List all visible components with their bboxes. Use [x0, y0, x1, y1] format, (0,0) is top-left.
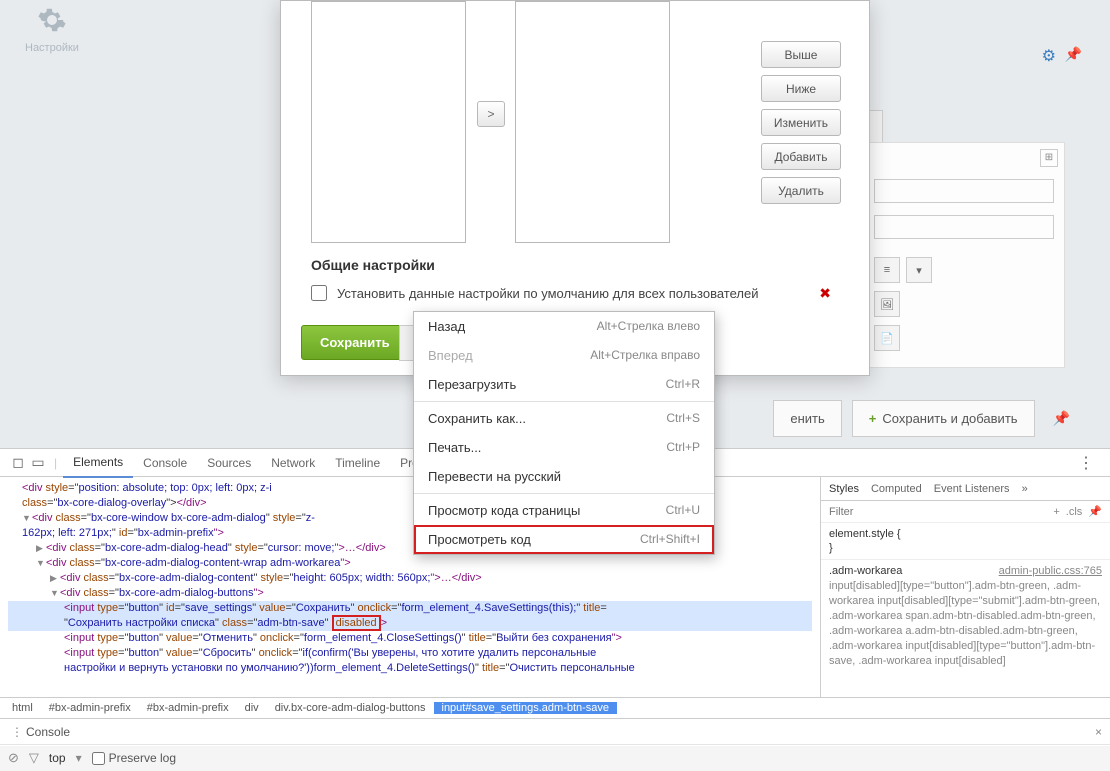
save-and-add-button[interactable]: + Сохранить и добавить — [852, 400, 1035, 437]
computed-tab[interactable]: Computed — [871, 483, 922, 495]
plus-icon: + — [869, 411, 877, 426]
image-btn[interactable]: 🖼 — [874, 291, 900, 317]
ctx-print[interactable]: Печать...Ctrl+P — [414, 433, 714, 462]
save-add-label: Сохранить и добавить — [882, 411, 1017, 426]
top-pin-icon[interactable]: 📌 — [1065, 46, 1082, 63]
down-button[interactable]: Ниже — [761, 75, 841, 102]
delete-button[interactable]: Удалить — [761, 177, 841, 204]
clear-console-icon[interactable]: ⊘ — [8, 750, 19, 766]
ctx-save-as[interactable]: Сохранить как...Ctrl+S — [414, 404, 714, 433]
panel-input-2[interactable] — [874, 215, 1054, 239]
default-for-all-label: Установить данные настройки по умолчанию… — [337, 286, 758, 301]
bc-input-save[interactable]: input#save_settings.adm-btn-save — [434, 702, 618, 714]
selected-list[interactable] — [515, 1, 670, 243]
panel-input-1[interactable] — [874, 179, 1054, 203]
file-btn[interactable]: 📄 — [874, 325, 900, 351]
top-gear-icon[interactable]: ⚙ — [1042, 46, 1056, 66]
console-close-icon[interactable]: × — [1095, 725, 1102, 739]
inspect-icon[interactable]: ◻ — [8, 454, 28, 471]
move-right-button[interactable]: > — [477, 101, 505, 127]
tab-elements[interactable]: Elements — [63, 448, 133, 478]
align-btn-1[interactable]: ≡ — [874, 257, 900, 283]
panel-settings-icon[interactable]: ⊞ — [1040, 149, 1058, 167]
event-listeners-tab[interactable]: Event Listeners — [934, 483, 1010, 495]
ctx-separator — [414, 401, 714, 402]
bc-buttons-div[interactable]: div.bx-core-adm-dialog-buttons — [267, 702, 434, 714]
tab-console[interactable]: Console — [133, 449, 197, 477]
element-style-rule[interactable]: element.style { — [829, 527, 1102, 541]
styles-pin-icon[interactable]: 📌 — [1088, 505, 1102, 518]
bc-prefix2[interactable]: #bx-admin-prefix — [139, 702, 237, 714]
ctx-separator — [414, 493, 714, 494]
styles-tab[interactable]: Styles — [829, 483, 859, 495]
edit-button[interactable]: Изменить — [761, 109, 841, 136]
console-toggle-icon[interactable]: ⋮ — [8, 725, 26, 739]
tab-timeline[interactable]: Timeline — [325, 449, 390, 477]
ctx-view-source[interactable]: Просмотр кода страницыCtrl+U — [414, 496, 714, 525]
available-list[interactable] — [311, 1, 466, 243]
device-icon[interactable]: ▭ — [28, 454, 48, 471]
delete-icon[interactable]: ✖ — [819, 285, 831, 302]
settings-menu[interactable]: Настройки — [25, 5, 79, 54]
ctx-forward: ВпередAlt+Стрелка вправо — [414, 341, 714, 370]
bc-html[interactable]: html — [4, 702, 41, 714]
filter-console-icon[interactable]: ▽ — [29, 750, 39, 766]
ctx-inspect[interactable]: Просмотреть кодCtrl+Shift+I — [414, 525, 714, 554]
right-panel: ⊞ ≡ ▾ 🖼 📄 — [865, 142, 1065, 368]
selector-text: input[disabled][type="button"].adm-btn-g… — [829, 580, 1100, 667]
elements-breadcrumb: html #bx-admin-prefix #bx-admin-prefix d… — [0, 697, 1110, 719]
apply-button[interactable]: енить — [773, 400, 841, 437]
console-label[interactable]: Console — [26, 725, 70, 739]
tab-sources[interactable]: Sources — [197, 449, 261, 477]
preserve-log-label[interactable]: Preserve log — [92, 751, 176, 765]
add-button[interactable]: Добавить — [761, 143, 841, 170]
default-for-all-checkbox[interactable] — [311, 285, 327, 301]
style-source-link[interactable]: admin-public.css:765 — [999, 564, 1102, 578]
ctx-back[interactable]: НазадAlt+Стрелка влево — [414, 312, 714, 341]
context-selector[interactable]: top — [49, 751, 66, 765]
styles-panel: Styles Computed Event Listeners » + .cls… — [820, 477, 1110, 697]
devtools-more[interactable]: ⋮ — [1070, 453, 1102, 473]
bottom-pin-icon[interactable]: 📌 — [1045, 410, 1078, 427]
bc-prefix1[interactable]: #bx-admin-prefix — [41, 702, 139, 714]
more-styles-tabs[interactable]: » — [1022, 483, 1028, 495]
save-settings-button[interactable]: Сохранить — [301, 325, 409, 360]
tab-network[interactable]: Network — [261, 449, 325, 477]
disabled-attribute-highlight: disabled — [332, 615, 381, 631]
general-settings-title: Общие настройки — [311, 257, 435, 273]
gear-icon — [37, 5, 67, 35]
up-button[interactable]: Выше — [761, 41, 841, 68]
preserve-log-checkbox[interactable] — [92, 752, 105, 765]
cls-toggle[interactable]: .cls — [1066, 506, 1083, 518]
styles-filter-input[interactable] — [829, 506, 1047, 518]
ctx-translate[interactable]: Перевести на русский — [414, 462, 714, 491]
bc-div[interactable]: div — [237, 702, 267, 714]
settings-label: Настройки — [25, 42, 79, 54]
context-menu: НазадAlt+Стрелка влево ВпередAlt+Стрелка… — [413, 311, 715, 555]
align-btn-2[interactable]: ▾ — [906, 257, 932, 283]
ctx-reload[interactable]: ПерезагрузитьCtrl+R — [414, 370, 714, 399]
add-style-icon[interactable]: + — [1053, 506, 1059, 518]
